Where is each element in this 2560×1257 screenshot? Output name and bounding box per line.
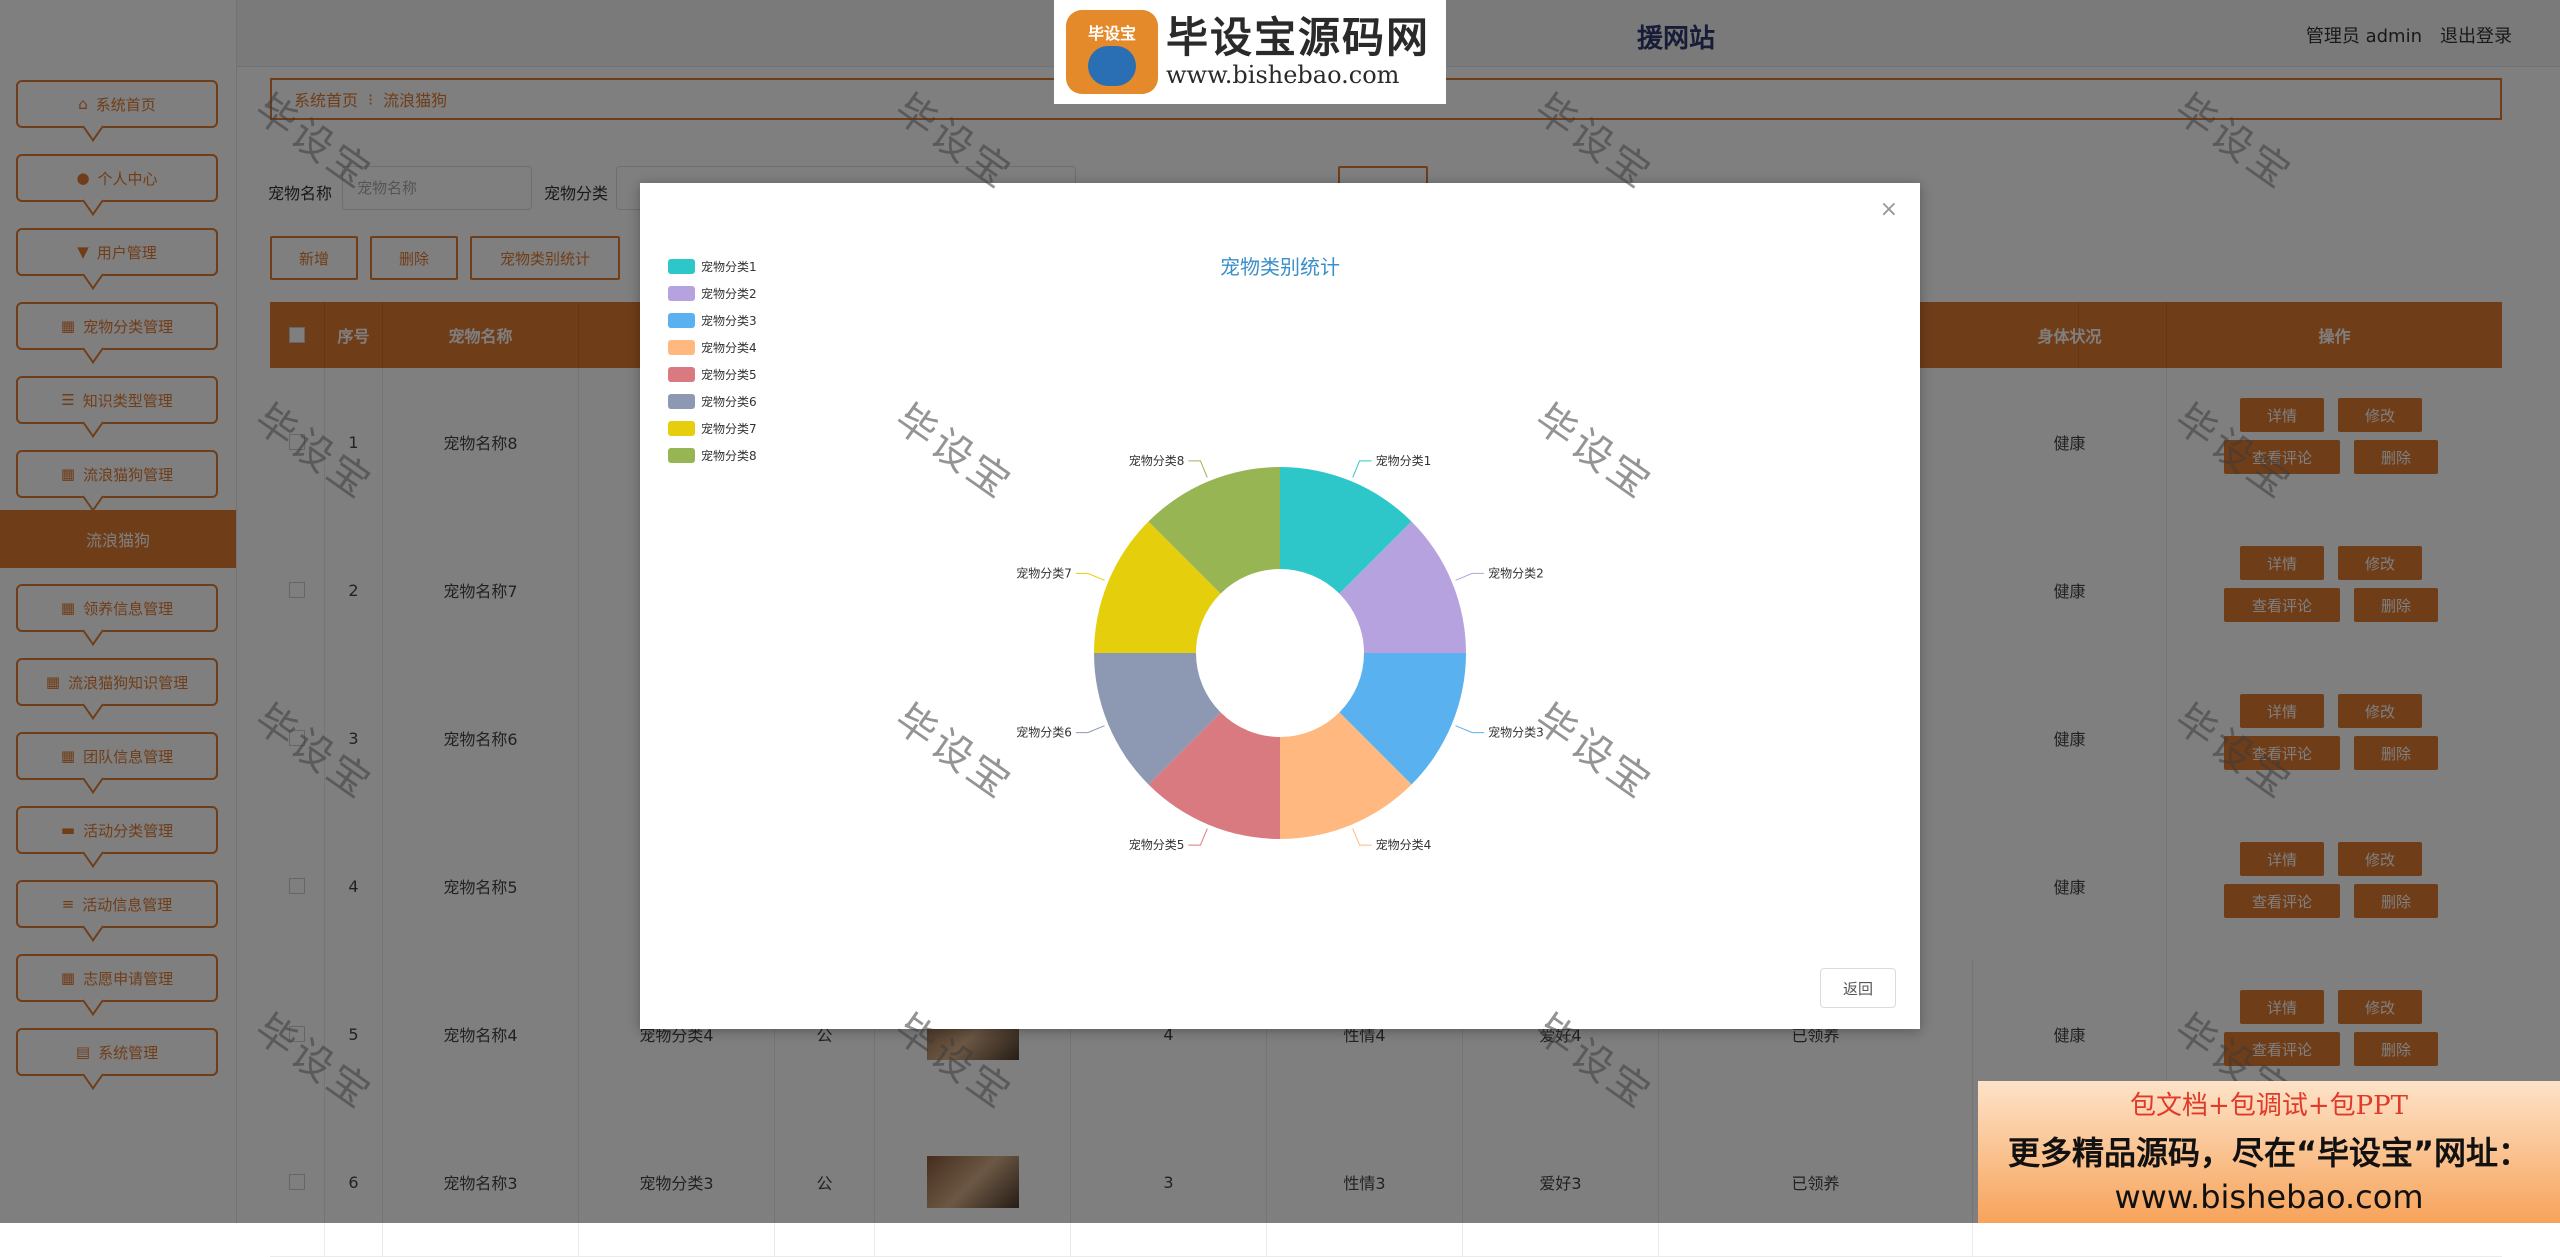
pie-label-line xyxy=(1188,828,1208,846)
logo-badge: 毕设宝 xyxy=(1066,10,1158,94)
pie-label: 宠物分类3 xyxy=(1488,725,1544,740)
pie-chart: 宠物分类1 宠物分类2 宠物分类3 宠物分类4 宠物分类5 宠物分类6 宠物分类7 宠物分类8 xyxy=(1016,453,1544,852)
pie-label: 宠物分类7 xyxy=(1016,565,1072,580)
pie-label-line xyxy=(1455,725,1485,734)
promo-banner[interactable]: 包文档+包调试+包PPT 更多精品源码，尽在“毕设宝”网址： www.bishe… xyxy=(1978,1081,2560,1223)
pie-label-line xyxy=(1075,725,1105,734)
pie-label: 宠物分类6 xyxy=(1016,725,1072,740)
pie-label: 宠物分类2 xyxy=(1488,565,1544,580)
logo-face xyxy=(1088,46,1136,86)
pie-label: 宠物分类5 xyxy=(1129,837,1185,852)
watermark-logo-banner: 毕设宝 毕设宝源码网 www.bishebao.com xyxy=(1054,0,1446,104)
pie-label: 宠物分类8 xyxy=(1129,453,1185,468)
promo-line-1: 包文档+包调试+包PPT xyxy=(2130,1091,2408,1121)
logo-url: www.bishebao.com xyxy=(1166,61,1400,89)
pie-label-line xyxy=(1075,572,1105,581)
logo-text: 毕设宝源码网 www.bishebao.com xyxy=(1166,13,1431,90)
pie-label-line xyxy=(1455,572,1485,581)
stats-modal: × 宠物类别统计 宠物分类1 宠物分类2 宠物分类3 宠物分类4 宠物分类5 宠物分类6 宠… xyxy=(640,183,1920,1029)
pie-label-line xyxy=(1352,828,1372,846)
pie-label: 宠物分类4 xyxy=(1376,837,1432,852)
promo-line-3: www.bishebao.com xyxy=(2114,1178,2424,1216)
pie-label-line xyxy=(1188,460,1208,478)
logo-brand: 毕设宝源码网 xyxy=(1166,13,1431,62)
pie-label-line xyxy=(1352,460,1372,478)
back-button[interactable]: 返回 xyxy=(1820,968,1896,1008)
promo-line-2: 更多精品源码，尽在“毕设宝”网址： xyxy=(2007,1134,2531,1172)
pie-label: 宠物分类1 xyxy=(1376,453,1432,468)
logo-badge-text: 毕设宝 xyxy=(1087,24,1136,43)
